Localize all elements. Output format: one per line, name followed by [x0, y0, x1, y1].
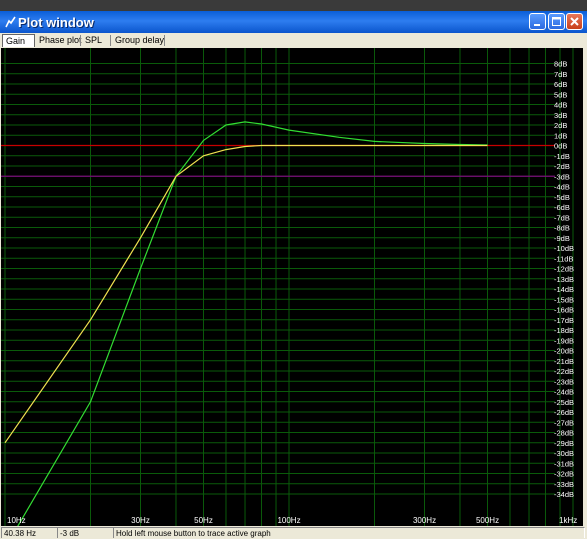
y-tick-label: -26dB — [554, 408, 574, 417]
x-tick-label: 30Hz — [131, 516, 150, 525]
tab-bar: Gain Phase plot SPL Group delay — [0, 33, 587, 49]
y-tick-label: 1dB — [554, 131, 567, 140]
gain-chart[interactable]: 8dB7dB6dB5dB 4dB3dB2dB1dB 0dB-1dB-2dB-3dB -… — [1, 48, 583, 527]
y-tick-label: -33dB — [554, 480, 574, 489]
y-tick-label: -4dB — [554, 183, 570, 192]
tab-separator — [164, 35, 165, 46]
y-tick-label: -15dB — [554, 295, 574, 304]
app-icon — [5, 16, 16, 28]
x-tick-label: 500Hz — [476, 516, 499, 525]
y-tick-label: -20dB — [554, 347, 574, 356]
y-tick-label: -19dB — [554, 336, 574, 345]
tab-phase-plot[interactable]: Phase plot — [36, 34, 82, 47]
y-tick-label: -12dB — [554, 265, 574, 274]
y-tick-label: 0dB — [554, 142, 567, 151]
y-tick-label: -23dB — [554, 377, 574, 386]
y-tick-label: -31dB — [554, 459, 574, 468]
x-tick-label: 10Hz — [7, 516, 26, 525]
y-tick-label: -3dB — [554, 172, 570, 181]
y-tick-label: -28dB — [554, 429, 574, 438]
trace-line-0 — [16, 121, 488, 527]
y-tick-label: 3dB — [554, 111, 567, 120]
tab-group-delay[interactable]: Group delay — [112, 34, 164, 47]
y-tick-label: -10dB — [554, 244, 574, 253]
x-tick-label: 100Hz — [277, 516, 300, 525]
y-tick-label: -6dB — [554, 203, 570, 212]
y-tick-label: 7dB — [554, 70, 567, 79]
close-icon — [570, 17, 579, 26]
y-tick-label: -21dB — [554, 357, 574, 366]
y-tick-label: 4dB — [554, 101, 567, 110]
y-tick-label: -25dB — [554, 398, 574, 407]
y-tick-label: -32dB — [554, 470, 574, 479]
tab-gain[interactable]: Gain — [2, 34, 35, 47]
y-tick-label: -17dB — [554, 316, 574, 325]
y-tick-label: 2dB — [554, 121, 567, 130]
plot-window: Plot window Gain Phase plot SPL Group de… — [0, 11, 587, 539]
y-tick-label: -16dB — [554, 306, 574, 315]
y-tick-label: -29dB — [554, 439, 574, 448]
y-tick-label: 8dB — [554, 60, 567, 69]
y-tick-label: -34dB — [554, 490, 574, 499]
y-tick-label: -5dB — [554, 193, 570, 202]
y-tick-label: -13dB — [554, 275, 574, 284]
y-tick-label: 5dB — [554, 90, 567, 99]
y-tick-label: -8dB — [554, 224, 570, 233]
minimize-icon — [534, 24, 540, 26]
window-title: Plot window — [18, 15, 94, 30]
y-tick-label: -1dB — [554, 152, 570, 161]
y-tick-label: -11dB — [554, 254, 573, 263]
tab-separator — [80, 35, 81, 46]
y-tick-label: -7dB — [554, 213, 570, 222]
y-tick-label: -14dB — [554, 285, 574, 294]
title-bar[interactable]: Plot window — [0, 11, 587, 33]
tab-separator — [110, 35, 111, 46]
status-hint: Hold left mouse button to trace active g… — [113, 527, 585, 538]
status-bar: 40.38 Hz -3 dB Hold left mouse button to… — [0, 526, 587, 539]
plot-area[interactable]: 8dB 7dB 6dB 5dB 4dB 3dB 2dB 1dB 0dB -1dB -2dB -3dB -… — [1, 48, 583, 527]
y-tick-label: -18dB — [554, 326, 574, 335]
y-tick-label: -9dB — [554, 234, 570, 243]
trace-line-1 — [4, 144, 488, 444]
x-tick-label: 300Hz — [413, 516, 436, 525]
tab-spl[interactable]: SPL — [82, 34, 110, 47]
maximize-icon — [552, 17, 561, 26]
y-tick-label: -30dB — [554, 449, 574, 458]
status-level: -3 dB — [57, 527, 113, 538]
maximize-button[interactable] — [548, 13, 565, 30]
status-frequency: 40.38 Hz — [1, 527, 57, 538]
close-button[interactable] — [566, 13, 583, 30]
x-tick-label: 50Hz — [194, 516, 213, 525]
y-tick-label: -22dB — [554, 367, 574, 376]
x-tick-label: 1kHz — [559, 516, 577, 525]
y-tick-label: 6dB — [554, 80, 567, 89]
y-tick-label: -2dB — [554, 162, 570, 171]
y-tick-label: -27dB — [554, 418, 574, 427]
minimize-button[interactable] — [529, 13, 546, 30]
y-tick-label: -24dB — [554, 388, 574, 397]
